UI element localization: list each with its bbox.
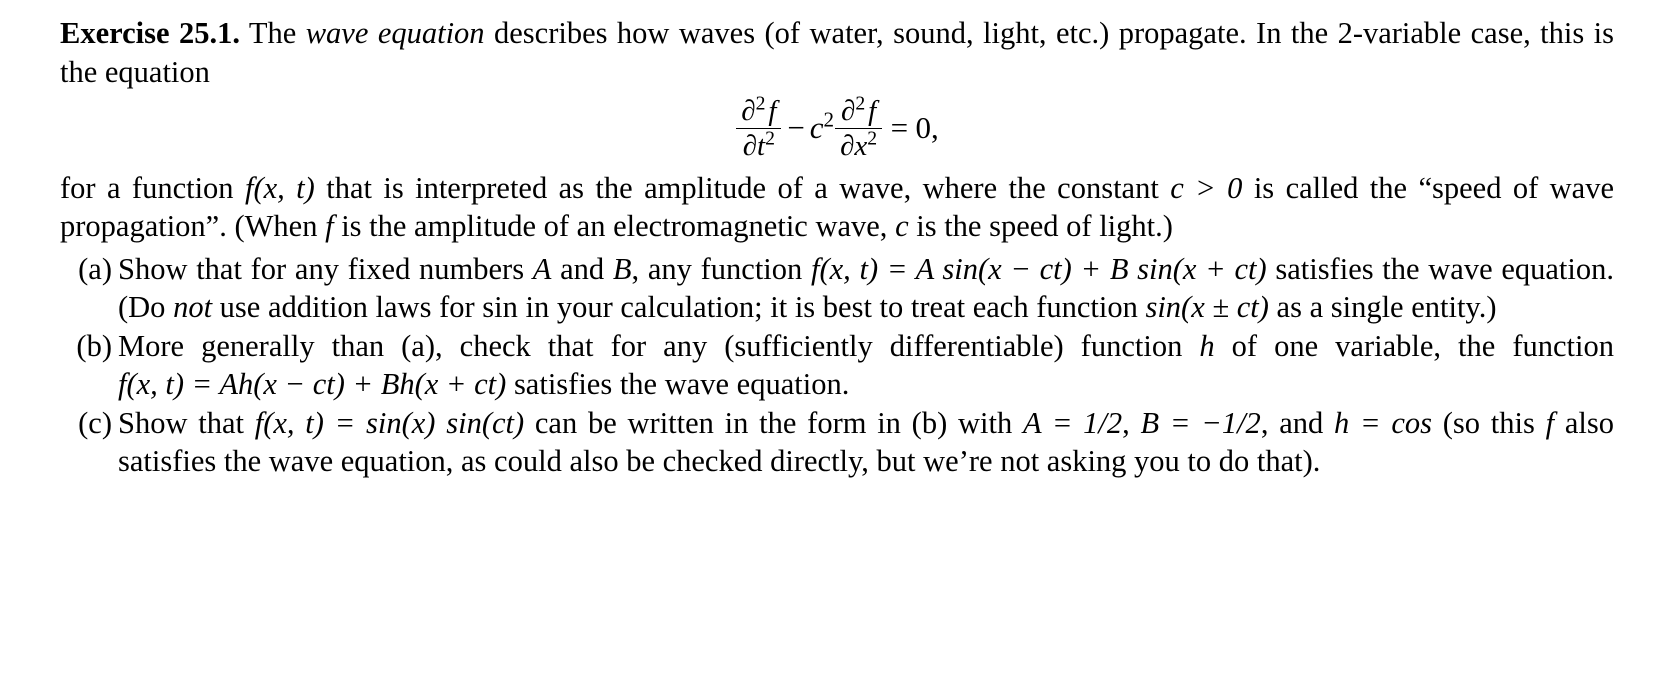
- function-f-of-x-t: f(x, t): [244, 170, 315, 205]
- part-a-text-6: in your calculation; it is best to treat…: [517, 290, 1146, 325]
- intro-text-part1: The: [248, 16, 306, 50]
- part-c-marker: (c): [78, 405, 112, 440]
- part-a-text-1: Show that for any fixed numbers: [118, 251, 533, 286]
- time-derivative-numerator: ∂2f: [741, 92, 777, 127]
- part-b-text-3: satisfies the wave equation.: [506, 367, 850, 402]
- time-derivative-denominator: ∂t2: [736, 128, 782, 162]
- part-c-text-4: , and: [1260, 405, 1334, 440]
- exercise-parts-list: (a) Show that for any fixed numbers A and…: [60, 250, 1614, 481]
- function-description-paragraph: for a function f(x, t) that is interpret…: [60, 169, 1614, 246]
- displayed-wave-equation: ∂2f ∂t2 − c2 ∂2f ∂x2 = 0,: [60, 92, 1614, 165]
- exercise-label: Exercise 25.1.: [60, 16, 240, 50]
- para2-text-5: is the speed of light.): [908, 209, 1173, 244]
- function-f-symbol: f: [325, 209, 334, 244]
- constant-A: A: [532, 251, 552, 286]
- exercise-statement-paragraph: Exercise 25.1. The wave equation describ…: [60, 14, 1614, 91]
- equals-sign: =: [890, 110, 909, 146]
- function-f-reference: f: [1545, 405, 1555, 440]
- second-time-derivative-fraction: ∂2f ∂t2: [736, 92, 782, 163]
- product-of-sines-formula: f(x, t) = sin(x) sin(ct): [254, 405, 525, 440]
- part-a-marker: (a): [78, 251, 112, 286]
- part-a-text-7: as a single entity.): [1268, 290, 1497, 325]
- part-a-text-5: use addition laws for: [212, 290, 483, 325]
- speed-coefficient: c2: [809, 107, 835, 146]
- B-equals-negative-one-half: B = −1/2: [1140, 405, 1261, 440]
- constant-B: B: [612, 251, 632, 286]
- not-emphasis: not: [173, 290, 213, 325]
- constant-c-symbol: c: [895, 209, 909, 244]
- space-derivative-numerator: ∂2f: [841, 92, 877, 127]
- part-a-text-3: , any function: [631, 251, 811, 286]
- second-space-derivative-fraction: ∂2f ∂x2: [835, 92, 883, 163]
- exercise-part-b: (b) More generally than (a), check that f…: [60, 327, 1614, 404]
- part-c-text-3: ,: [1122, 405, 1141, 440]
- para2-text-1: for a function: [60, 170, 245, 205]
- A-equals-one-half: A = 1/2: [1022, 405, 1123, 440]
- exercise-part-a: (a) Show that for any fixed numbers A and…: [60, 250, 1614, 327]
- part-b-marker: (b): [76, 328, 112, 363]
- exercise-part-c: (c) Show that f(x, t) = sin(x) sin(ct) ca…: [60, 404, 1614, 481]
- function-h-symbol: h: [1199, 328, 1215, 363]
- part-b-text-1: More generally than (a), check that for …: [118, 328, 1200, 363]
- part-c-text-5: (so this: [1432, 405, 1546, 440]
- part-a-text-2: and: [551, 251, 613, 286]
- minus-operator: −: [787, 110, 805, 146]
- equation-right-hand-side: 0,: [915, 110, 939, 146]
- wave-equation-emphasis: wave equation: [305, 16, 485, 50]
- document-page: Exercise 25.1. The wave equation describ…: [0, 0, 1674, 692]
- sin-x-plus-minus-ct: sin(x ± ct): [1145, 290, 1269, 325]
- space-derivative-denominator: ∂x2: [835, 128, 883, 162]
- wave-equation-expression: ∂2f ∂t2 − c2 ∂2f ∂x2 = 0,: [735, 92, 939, 165]
- constant-c-positive: c > 0: [1170, 170, 1243, 205]
- part-c-text-2: can be written in the form in (b) with: [524, 405, 1023, 440]
- sin-operator-name: sin: [482, 290, 518, 325]
- part-b-text-2: of one variable, the function: [1214, 328, 1614, 363]
- para2-text-2: that is interpreted as the amplitude of …: [314, 170, 1171, 205]
- para2-text-4: is the amplitude of an electromagnetic w…: [333, 209, 896, 244]
- h-equals-cos: h = cos: [1334, 405, 1432, 440]
- sine-solution-formula: f(x, t) = A sin(x − ct) + B sin(x + ct): [810, 251, 1267, 286]
- part-c-text-1: Show that: [118, 405, 255, 440]
- general-solution-formula: f(x, t) = Ah(x − ct) + Bh(x + ct): [118, 367, 507, 402]
